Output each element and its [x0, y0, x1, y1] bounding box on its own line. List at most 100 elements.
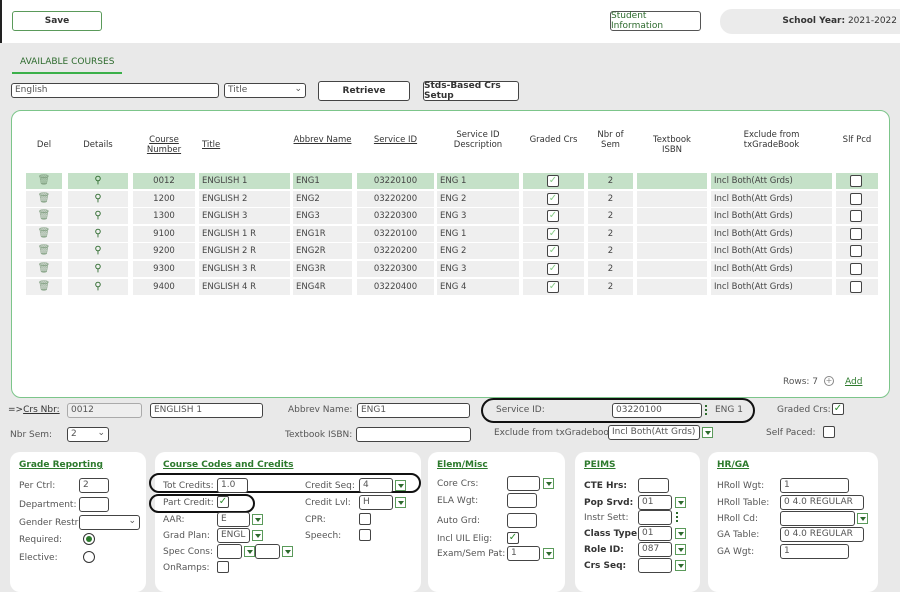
- exam-sem-pat-dropdown-icon[interactable]: [543, 548, 554, 559]
- trash-icon[interactable]: 🗑: [38, 228, 51, 239]
- slf-pcd-checkbox[interactable]: [850, 245, 862, 258]
- aar-dropdown-icon[interactable]: [252, 514, 263, 525]
- trash-icon[interactable]: 🗑: [38, 245, 51, 256]
- column-header[interactable]: Service ID: [357, 135, 434, 145]
- pop-srvd-dropdown-icon[interactable]: [675, 497, 686, 508]
- crs-nbr-link[interactable]: Crs Nbr:: [23, 405, 60, 415]
- search-icon[interactable]: ⚲: [94, 263, 101, 274]
- save-button[interactable]: Save: [12, 11, 102, 31]
- instr-sett-field[interactable]: [638, 510, 672, 525]
- elem-misc-title[interactable]: Elem/Misc: [437, 460, 488, 470]
- core-crs-dropdown-icon[interactable]: [543, 478, 554, 489]
- cpr-checkbox[interactable]: [359, 513, 371, 525]
- details-cell[interactable]: ⚲: [68, 225, 128, 242]
- credit-seq-field[interactable]: 4: [359, 478, 393, 493]
- trash-icon[interactable]: 🗑: [38, 175, 51, 186]
- trash-icon[interactable]: 🗑: [38, 263, 51, 274]
- details-cell[interactable]: ⚲: [68, 208, 128, 225]
- exclude-dropdown-icon[interactable]: [702, 427, 713, 438]
- delete-cell[interactable]: 🗑: [26, 173, 62, 189]
- slf-pcd-checkbox[interactable]: [850, 280, 862, 293]
- slf-pcd-checkbox[interactable]: [850, 210, 862, 223]
- delete-cell[interactable]: 🗑: [26, 225, 62, 242]
- delete-cell[interactable]: 🗑: [26, 208, 62, 225]
- hroll-wgt-field[interactable]: 1: [780, 478, 849, 493]
- course-title-field[interactable]: ENGLISH 1: [150, 403, 263, 418]
- more-options-icon[interactable]: [676, 512, 678, 522]
- column-header[interactable]: Abbrev Name: [293, 135, 352, 145]
- tot-credits-field[interactable]: 1.0: [217, 478, 248, 493]
- abbrev-name-field[interactable]: ENG1: [357, 403, 470, 418]
- credit-lvl-field[interactable]: H: [359, 495, 393, 510]
- core-crs-field[interactable]: [507, 476, 540, 491]
- per-ctrl-field[interactable]: 2: [79, 478, 109, 493]
- spec-cons-field-2[interactable]: [255, 544, 280, 559]
- gender-restr-select[interactable]: ⌄: [79, 515, 140, 530]
- graded-crs-checkbox[interactable]: ✓: [832, 403, 844, 415]
- delete-cell[interactable]: 🗑: [26, 261, 62, 277]
- hroll-cd-field[interactable]: [780, 511, 855, 526]
- spec-cons-dropdown-icon[interactable]: [282, 546, 293, 557]
- trash-icon[interactable]: 🗑: [38, 193, 51, 204]
- ga-wgt-field[interactable]: 1: [780, 544, 849, 559]
- details-cell[interactable]: ⚲: [68, 243, 128, 260]
- search-icon[interactable]: ⚲: [94, 245, 101, 256]
- pop-srvd-field[interactable]: 01: [638, 495, 672, 510]
- peims-title[interactable]: PEIMS: [584, 460, 616, 470]
- delete-cell[interactable]: 🗑: [26, 190, 62, 207]
- service-id-field[interactable]: 03220100: [612, 403, 702, 418]
- ela-wgt-field[interactable]: [507, 493, 537, 508]
- slf-pcd-checkbox[interactable]: [850, 192, 862, 205]
- details-cell[interactable]: ⚲: [68, 278, 128, 295]
- hroll-cd-dropdown-icon[interactable]: [857, 513, 868, 524]
- class-type-field[interactable]: 01: [638, 526, 672, 541]
- speech-checkbox[interactable]: [359, 529, 371, 541]
- crs-seq-field[interactable]: [638, 558, 672, 573]
- details-cell[interactable]: ⚲: [68, 173, 128, 189]
- slf-pcd-checkbox[interactable]: [850, 263, 862, 275]
- column-header[interactable]: Course Number: [133, 135, 195, 155]
- grad-plan-dropdown-icon[interactable]: [252, 530, 263, 541]
- trash-icon[interactable]: 🗑: [38, 210, 51, 221]
- slf-pcd-checkbox[interactable]: [850, 175, 862, 187]
- required-radio[interactable]: [83, 533, 95, 545]
- column-header[interactable]: Title: [199, 140, 290, 150]
- onramps-checkbox[interactable]: [217, 561, 229, 573]
- spec-cons-dropdown-icon[interactable]: [244, 546, 255, 557]
- part-credit-checkbox[interactable]: ✓: [217, 496, 229, 508]
- more-options-icon[interactable]: [705, 405, 707, 415]
- ga-table-select[interactable]: 0 4.0 REGULAR: [780, 527, 864, 542]
- tab-available-courses[interactable]: AVAILABLE COURSES: [20, 57, 114, 67]
- crs-seq-dropdown-icon[interactable]: [675, 560, 686, 571]
- nbr-sem-select[interactable]: 2 ⌄: [67, 427, 109, 442]
- search-icon[interactable]: ⚲: [94, 210, 101, 221]
- search-icon[interactable]: ⚲: [94, 228, 101, 239]
- spec-cons-field-1[interactable]: [217, 544, 242, 559]
- slf-pcd-checkbox[interactable]: [850, 227, 862, 240]
- role-id-field[interactable]: 087: [638, 542, 672, 557]
- search-input[interactable]: English: [11, 83, 219, 98]
- department-field[interactable]: [79, 497, 109, 512]
- elective-radio[interactable]: [83, 551, 95, 563]
- self-paced-checkbox[interactable]: [823, 426, 835, 438]
- grade-reporting-title[interactable]: Grade Reporting: [19, 460, 103, 470]
- retrieve-button[interactable]: Retrieve: [318, 81, 410, 101]
- grad-plan-field[interactable]: ENGL: [217, 528, 250, 543]
- add-row-link[interactable]: Add: [845, 377, 862, 387]
- student-information-button[interactable]: Student Information: [610, 11, 701, 31]
- exam-sem-pat-field[interactable]: 1: [507, 546, 540, 561]
- search-icon[interactable]: ⚲: [94, 175, 101, 186]
- role-id-dropdown-icon[interactable]: [675, 544, 686, 555]
- textbook-isbn-field[interactable]: [356, 427, 471, 442]
- hrga-title[interactable]: HR/GA: [717, 460, 749, 470]
- details-cell[interactable]: ⚲: [68, 261, 128, 277]
- credit-seq-dropdown-icon[interactable]: [395, 480, 406, 491]
- course-codes-title[interactable]: Course Codes and Credits: [163, 460, 293, 470]
- trash-icon[interactable]: 🗑: [38, 281, 51, 292]
- delete-cell[interactable]: 🗑: [26, 243, 62, 260]
- hroll-table-select[interactable]: 0 4.0 REGULAR: [780, 495, 864, 510]
- aar-field[interactable]: E: [217, 512, 250, 527]
- delete-cell[interactable]: 🗑: [26, 278, 62, 295]
- search-icon[interactable]: ⚲: [94, 281, 101, 292]
- search-field-select[interactable]: Title ⌄: [224, 83, 306, 98]
